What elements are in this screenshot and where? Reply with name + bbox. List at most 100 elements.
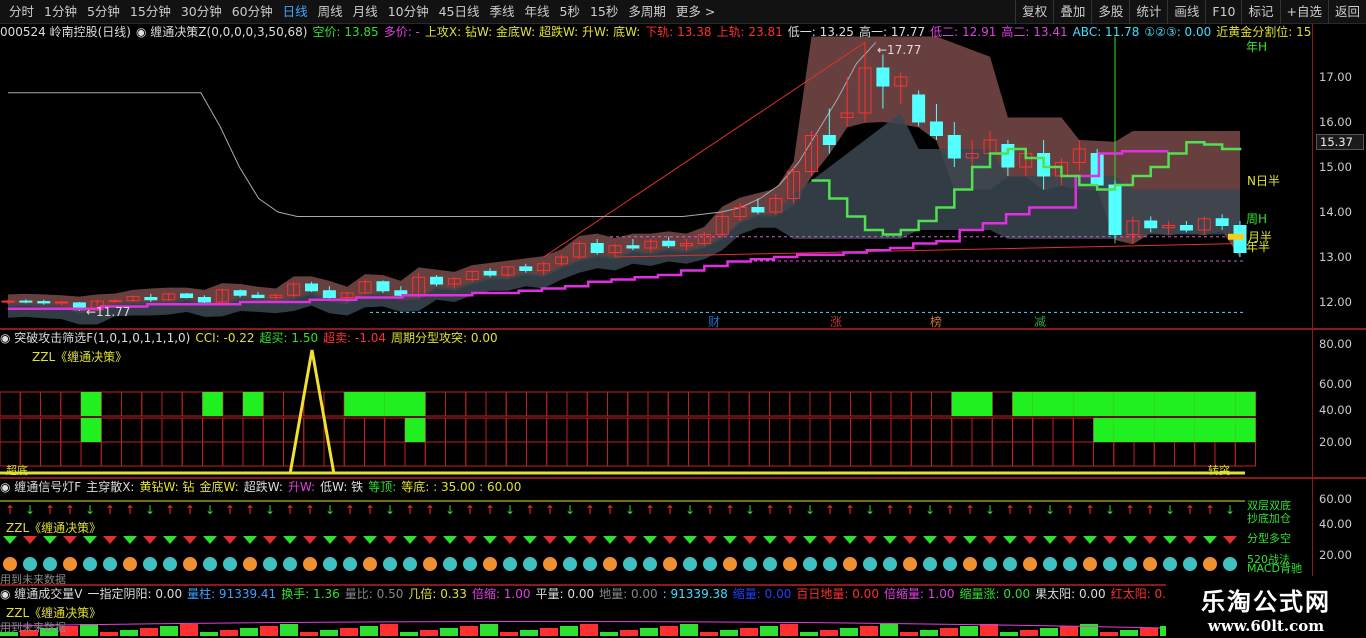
- grid-cell: [708, 391, 730, 417]
- kline-pane[interactable]: 000524 岭南控股(日线) ◉ 缠通决策Z(0,0,0,0,3,50,68) 空…: [0, 24, 1312, 329]
- signal-triangle: [163, 536, 177, 544]
- candle-body: [1215, 218, 1229, 226]
- volume-pane[interactable]: ◉ 缠通成交量V 一指定阴阳: 0.00 量柱: 91339.41 换手: 1.36 量…: [0, 586, 1312, 638]
- period-tab[interactable]: 1分钟: [39, 0, 82, 24]
- period-tab[interactable]: 年线: [520, 0, 555, 24]
- volume-bar: [820, 630, 838, 636]
- volume-bar: [500, 632, 518, 636]
- signal-arrow: ↑: [65, 503, 75, 517]
- period-tab[interactable]: 5分钟: [82, 0, 125, 24]
- event-marker[interactable]: 涨: [830, 313, 842, 329]
- signal-triangle: [343, 536, 357, 544]
- tool-button[interactable]: F10: [1205, 0, 1241, 24]
- grid-cell: [465, 441, 487, 467]
- period-tab[interactable]: 季线: [485, 0, 520, 24]
- signal-triangle: [1083, 536, 1097, 544]
- signal-triangle: [263, 536, 277, 544]
- volume-bar: [1060, 626, 1078, 636]
- event-marker[interactable]: 减: [1034, 313, 1046, 329]
- grid-cell: [242, 441, 264, 467]
- breakout-pane[interactable]: ◉ 突破攻击筛选F(1,0,1,0,1,1,1,0) CCI: -0.22 超买: …: [0, 330, 1312, 478]
- signal-dot: [423, 557, 437, 571]
- signal-triangle: [903, 536, 917, 544]
- signal-dot: [83, 557, 97, 571]
- event-marker[interactable]: 榜: [930, 313, 942, 329]
- tool-button[interactable]: 多股: [1091, 0, 1129, 24]
- low-label: ←11.77: [86, 305, 131, 319]
- period-tab[interactable]: 分时: [4, 0, 39, 24]
- tool-button[interactable]: 返回: [1327, 0, 1366, 24]
- break-label: 转突: [1208, 464, 1230, 477]
- candle-body: [947, 135, 961, 159]
- period-tab[interactable]: 60分钟: [227, 0, 278, 24]
- signal-dot: [1023, 557, 1037, 571]
- signal-dot: [383, 557, 397, 571]
- volume-bar: [200, 632, 218, 636]
- header-value: ◉ 缠通信号灯F: [0, 480, 82, 494]
- signal-triangle: [1163, 536, 1177, 544]
- tool-button[interactable]: 复权: [1015, 0, 1053, 24]
- signal-dot: [943, 557, 957, 571]
- signal-triangle: [1103, 536, 1117, 544]
- tool-button[interactable]: 画线: [1167, 0, 1205, 24]
- signal-arrow: ↑: [465, 503, 475, 517]
- kline-chart[interactable]: [0, 24, 1312, 329]
- grid-cell: [40, 391, 62, 417]
- volume-bar: [480, 624, 498, 636]
- grid-cell: [364, 441, 386, 467]
- signal-pane[interactable]: ↑ ↓ ↑ ↑ ↓ ↑ ↑ ↓ ↑ ↑ ↓ ↑ ↑ ↓ ↑ ↑ ↓ ↑ ↑ ↓ ↑ ↑ ↓ ↑ ↑ ↓ ↑ ↑ ↓ ↑ ↑ ↓ ↑ ↑ ↓ ↑ ↑ ↓ ↑ ↑…: [0, 479, 1312, 585]
- period-tab[interactable]: 周线: [313, 0, 348, 24]
- grid-cell: [1234, 441, 1256, 467]
- breakout-axis: 80.00 60.00 40.00 20.00: [1312, 330, 1366, 478]
- signal-arrow: ↑: [765, 503, 775, 517]
- signal-dot: [703, 557, 717, 571]
- period-tab[interactable]: 10分钟: [383, 0, 434, 24]
- header-value: 果太阳: 0.00: [1035, 587, 1106, 601]
- period-tab[interactable]: 日线: [278, 0, 313, 24]
- period-tab[interactable]: 多周期: [623, 0, 671, 24]
- grid-cell: [728, 391, 750, 417]
- period-tab[interactable]: 更多 >: [671, 0, 720, 24]
- candle-body: [1179, 225, 1193, 231]
- active-cell: [1235, 418, 1256, 442]
- volume-bar: [580, 624, 598, 636]
- grid-cell: [769, 441, 791, 467]
- active-cell: [1174, 392, 1195, 416]
- grid-cell: [445, 417, 467, 443]
- tool-button[interactable]: +自选: [1279, 0, 1328, 24]
- grid-cell: [971, 441, 993, 467]
- signal-triangle: [143, 536, 157, 544]
- event-marker[interactable]: 财: [708, 313, 720, 329]
- signal-dot: [543, 557, 557, 571]
- period-tab[interactable]: 45日线: [434, 0, 485, 24]
- tool-button[interactable]: 标记: [1241, 0, 1279, 24]
- future-data-label: 用到未来数据: [0, 573, 66, 585]
- axis-tick: 20.00: [1319, 435, 1352, 449]
- grid-cell: [829, 417, 851, 443]
- tool-button[interactable]: 叠加: [1053, 0, 1091, 24]
- period-tab[interactable]: 30分钟: [176, 0, 227, 24]
- signal-dot: [883, 557, 897, 571]
- period-tab[interactable]: 5秒: [555, 0, 585, 24]
- signal-dot: [603, 557, 617, 571]
- signal-arrow: ↑: [405, 503, 415, 517]
- period-tab[interactable]: 15秒: [585, 0, 623, 24]
- volume-bar: [340, 628, 358, 636]
- tool-button[interactable]: 统计: [1129, 0, 1167, 24]
- grid-cell: [60, 441, 82, 467]
- signal-triangle: [443, 536, 457, 544]
- grid-cell: [789, 441, 811, 467]
- signal-triangle: [1203, 536, 1217, 544]
- header-value: 超买: 1.50: [259, 331, 319, 345]
- level-label: 年半: [1246, 240, 1271, 254]
- period-tab[interactable]: 15分钟: [125, 0, 176, 24]
- signal-triangle: [1023, 536, 1037, 544]
- volume-bar: [720, 630, 738, 636]
- grid-cell: [728, 417, 750, 443]
- signal-triangle: [223, 536, 237, 544]
- period-tab[interactable]: 月线: [348, 0, 383, 24]
- signal-dot: [643, 557, 657, 571]
- legend-item: MACD背驰: [1247, 562, 1302, 575]
- signal-arrow: ↑: [1205, 503, 1215, 517]
- grid-cell: [951, 441, 973, 467]
